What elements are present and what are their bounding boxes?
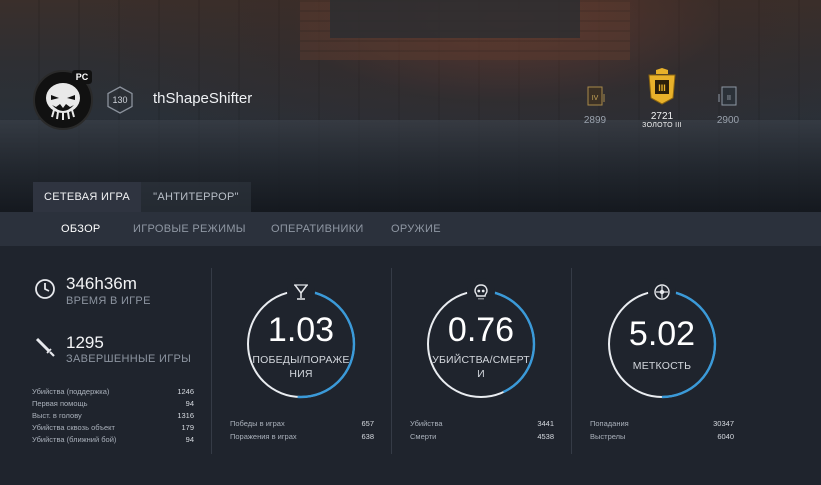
detail-row: Убийства (поддержка) 1246 <box>32 387 194 399</box>
level-badge: 130 <box>106 86 134 114</box>
ring-value: 5.02 <box>628 315 696 353</box>
row-value: 30347 <box>713 419 734 428</box>
rank-previous[interactable]: IV 2899 <box>580 84 610 126</box>
detail-value: 179 <box>181 423 194 432</box>
knife-icon <box>35 337 55 357</box>
detail-row: Выст. в голову 1316 <box>32 411 194 423</box>
ring-caption-line2: И <box>477 368 485 380</box>
ring-caption-line1: ПОБЕДЫ/ПОРАЖЕ <box>252 354 350 366</box>
subnav-overview[interactable]: ОБЗОР <box>61 212 101 246</box>
rank-next[interactable]: II 2900 <box>713 84 743 126</box>
detail-row: Убийства (ближний бой) 94 <box>32 435 194 447</box>
row-key: Попадания <box>590 419 629 428</box>
detail-row: Первая помощь 94 <box>32 399 194 411</box>
rank-previous-value: 2899 <box>583 115 607 126</box>
detail-key: Убийства сквозь объект <box>32 423 115 432</box>
stats-page: PC 130 thShapeShifter IV 2899 III 2721 З… <box>0 0 821 485</box>
ring-value: 1.03 <box>267 311 335 349</box>
svg-text:II: II <box>727 95 731 102</box>
detail-value: 94 <box>185 435 194 444</box>
win-loss-row: Поражения в играх 638 <box>230 432 374 444</box>
subnav-weapons[interactable]: ОРУЖИЕ <box>391 212 441 246</box>
rank-next-value: 2900 <box>716 115 740 126</box>
row-value: 4538 <box>537 432 554 441</box>
platform-badge: PC <box>72 70 92 84</box>
tab-terrorist-hunt[interactable]: "АНТИТЕРРОР" <box>141 182 251 212</box>
row-value: 6040 <box>717 432 734 441</box>
time-played-value: 346h36m <box>66 274 137 293</box>
detail-value: 94 <box>185 399 194 408</box>
row-key: Поражения в играх <box>230 432 297 441</box>
row-key: Победы в играх <box>230 419 285 428</box>
row-key: Выстрелы <box>590 432 626 441</box>
row-value: 638 <box>361 432 374 441</box>
ring-caption-line1: УБИЙСТВА/СМЕРТ <box>432 354 530 366</box>
rank-badge-icon: IV <box>587 86 605 106</box>
detail-value: 1316 <box>177 411 194 420</box>
sub-navigation: ОБЗОР ИГРОВЫЕ РЕЖИМЫ ОПЕРАТИВНИКИ ОРУЖИЕ <box>0 212 821 246</box>
rank-current-label: ЗОЛОТО III <box>642 122 682 129</box>
accuracy-row: Попадания 30347 <box>590 419 734 431</box>
row-value: 657 <box>361 419 374 428</box>
tab-online[interactable]: СЕТЕВАЯ ИГРА <box>33 182 141 212</box>
ring-caption-line2: НИЯ <box>289 368 313 380</box>
accuracy-row: Выстрелы 6040 <box>590 432 734 444</box>
clock-icon <box>35 279 55 299</box>
ring-caption-line1: МЕТКОСТЬ <box>632 360 692 372</box>
rank-current[interactable]: III 2721 ЗОЛОТО III <box>636 68 688 129</box>
svg-text:III: III <box>658 83 666 93</box>
username: thShapeShifter <box>153 90 253 107</box>
banner-door <box>330 0 580 38</box>
column-divider <box>571 268 572 454</box>
row-value: 3441 <box>537 419 554 428</box>
skull-icon <box>467 278 495 306</box>
trophy-icon <box>287 278 315 306</box>
matches-played-value: 1295 <box>66 333 104 352</box>
subnav-operators[interactable]: ОПЕРАТИВНИКИ <box>271 212 364 246</box>
detail-key: Убийства (ближний бой) <box>32 435 117 444</box>
ring-value: 0.76 <box>447 311 515 349</box>
subnav-game-modes[interactable]: ИГРОВЫЕ РЕЖИМЫ <box>133 212 246 246</box>
detail-key: Убийства (поддержка) <box>32 387 110 396</box>
matches-played-label: ЗАВЕРШЕННЫЕ ИГРЫ <box>66 353 192 365</box>
row-key: Убийства <box>410 419 443 428</box>
detail-key: Первая помощь <box>32 399 88 408</box>
kill-death-row: Убийства 3441 <box>410 419 554 431</box>
detail-key: Выст. в голову <box>32 411 82 420</box>
rank-badge-icon: II <box>718 86 737 106</box>
time-played-label: ВРЕМЯ В ИГРЕ <box>66 295 151 307</box>
row-key: Смерти <box>410 432 437 441</box>
crosshair-icon <box>648 278 676 306</box>
detail-value: 1246 <box>177 387 194 396</box>
gold-rank-icon: III <box>648 68 676 105</box>
detail-row: Убийства сквозь объект 179 <box>32 423 194 435</box>
kill-death-row: Смерти 4538 <box>410 432 554 444</box>
rank-current-value: 2721 <box>650 111 674 122</box>
level-value: 130 <box>112 95 128 105</box>
column-divider <box>211 268 212 454</box>
column-divider <box>391 268 392 454</box>
svg-text:IV: IV <box>592 95 599 102</box>
win-loss-row: Победы в играх 657 <box>230 419 374 431</box>
